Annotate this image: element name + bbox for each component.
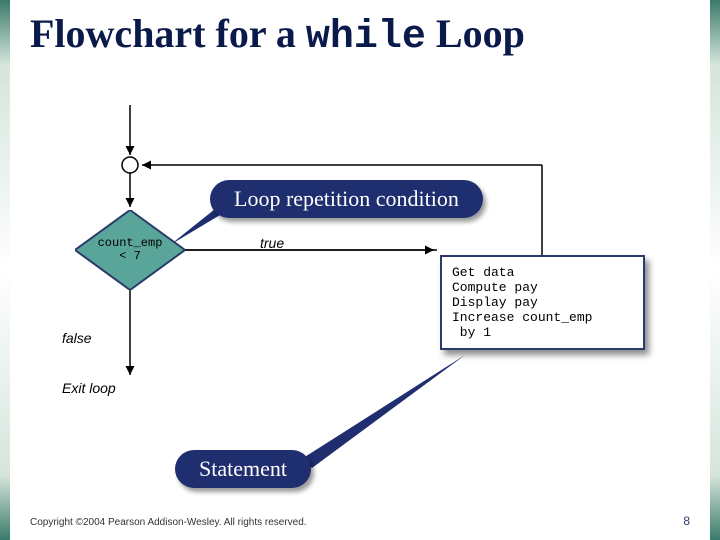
callout-loop-condition: Loop repetition condition — [210, 180, 483, 218]
exit-loop-label: Exit loop — [62, 380, 116, 396]
true-label: true — [260, 235, 284, 251]
decision-diamond: count_emp < 7 — [75, 210, 185, 290]
false-label: false — [62, 330, 92, 346]
copyright-text: Copyright ©2004 Pearson Addison-Wesley. … — [30, 517, 307, 528]
process-box: Get data Compute pay Display pay Increas… — [440, 255, 645, 350]
callout-statement: Statement — [175, 450, 311, 488]
decision-text: count_emp < 7 — [75, 210, 185, 290]
decision-line2: < 7 — [119, 250, 141, 263]
page-number: 8 — [683, 514, 690, 528]
